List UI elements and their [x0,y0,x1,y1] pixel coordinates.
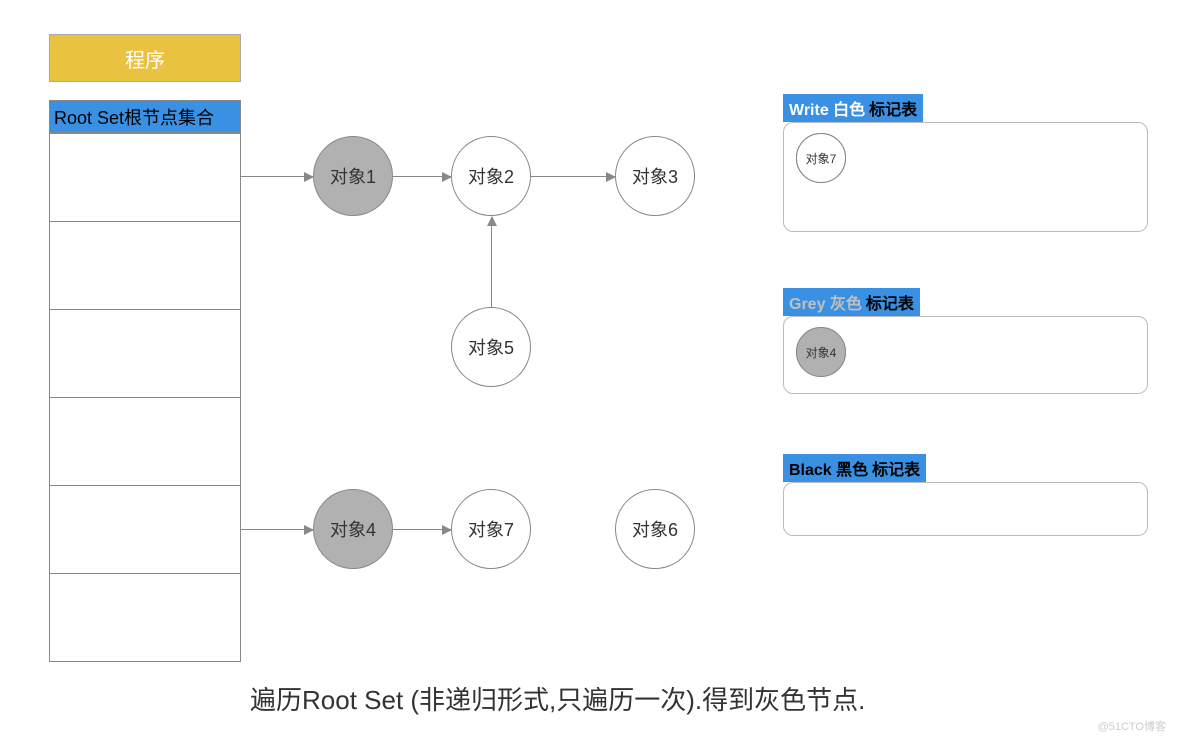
item-label: 对象7 [806,150,837,167]
node-label: 对象6 [632,516,678,542]
rootset-row [50,397,240,485]
rootset-row [50,309,240,397]
black-lead: Black 黑色 [789,456,872,480]
rootset-row [50,133,240,221]
node-label: 对象2 [468,163,514,189]
node-obj5: 对象5 [451,307,531,387]
caption: 遍历Root Set (非递归形式,只遍历一次).得到灰色节点. [250,680,865,717]
caption-text: 遍历Root Set (非递归形式,只遍历一次).得到灰色节点. [250,685,865,715]
node-obj6: 对象6 [615,489,695,569]
node-label: 对象7 [468,516,514,542]
white-item: 对象7 [796,133,846,183]
node-label: 对象5 [468,334,514,360]
arrow-obj5-to-obj2 [491,217,492,307]
white-tail: 标记表 [869,96,917,120]
arrow-obj1-to-obj2 [393,176,451,177]
grey-item: 对象4 [796,327,846,377]
rootset-row [50,573,240,661]
arrow-rootset-to-obj4 [241,529,313,530]
node-obj1: 对象1 [313,136,393,216]
watermark: @51CTO博客 [1098,718,1166,734]
grey-table-group: Grey 灰色 标记表 对象1 对象4 [783,288,1148,394]
rootset-label: Root Set根节点集合 [54,104,214,130]
node-obj4: 对象4 [313,489,393,569]
rootset-header: Root Set根节点集合 [49,100,241,133]
rootset-row [50,485,240,573]
node-label: 对象4 [330,516,376,542]
rootset-grid [49,133,241,662]
item-label: 对象4 [806,344,837,361]
program-label: 程序 [125,44,165,73]
watermark-text: @51CTO博客 [1098,721,1166,733]
black-table-box [783,482,1148,536]
white-table-label: Write 白色 标记表 [783,94,923,122]
arrow-obj4-to-obj7 [393,529,451,530]
node-label: 对象1 [330,163,376,189]
arrow-rootset-to-obj1 [241,176,313,177]
white-table-group: Write 白色 标记表 对象2 对象3 对象5 对象6 对象7 [783,94,1148,232]
grey-tail: 标记表 [866,290,914,314]
grey-lead: Grey 灰色 [789,290,866,314]
grey-table-box: 对象1 对象4 [783,316,1148,394]
black-table-group: Black 黑色 标记表 [783,454,1148,536]
node-obj2: 对象2 [451,136,531,216]
black-tail: 标记表 [872,456,920,480]
white-table-box: 对象2 对象3 对象5 对象6 对象7 [783,122,1148,232]
node-obj7: 对象7 [451,489,531,569]
arrow-obj2-to-obj3 [531,176,615,177]
grey-table-label: Grey 灰色 标记表 [783,288,920,316]
rootset-row [50,221,240,309]
white-lead: Write 白色 [789,96,869,120]
program-header: 程序 [49,34,241,82]
node-label: 对象3 [632,163,678,189]
black-table-label: Black 黑色 标记表 [783,454,926,482]
node-obj3: 对象3 [615,136,695,216]
